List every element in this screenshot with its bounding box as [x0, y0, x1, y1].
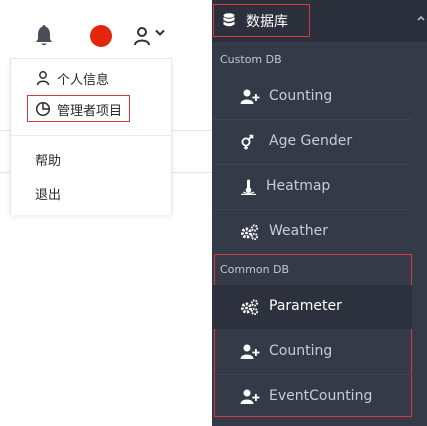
menu-item-logout[interactable]: 退出 — [35, 181, 61, 205]
menu-item-label: 管理者项目 — [57, 103, 123, 119]
cogs-icon — [241, 299, 259, 315]
user-plus-icon — [240, 89, 260, 104]
nav-item-label: Heatmap — [266, 178, 331, 194]
user-plus-icon — [240, 389, 260, 404]
menu-item-help[interactable]: 帮助 — [35, 147, 61, 171]
menu-item-label: 个人信息 — [57, 72, 110, 88]
section-label-custom-db: Custom DB — [220, 53, 282, 66]
nav-item-common-counting[interactable]: Counting — [212, 330, 412, 374]
menu-item-label: 帮助 — [35, 153, 62, 169]
nav-item-counting[interactable]: Counting — [212, 75, 412, 119]
nav-item-label: Weather — [269, 223, 328, 239]
user-plus-icon — [240, 344, 260, 359]
sidebar-group-database[interactable]: 数据库 — [212, 0, 427, 42]
divider — [171, 130, 212, 131]
menu-divider — [11, 135, 171, 136]
chevron-down-icon — [155, 29, 165, 36]
nav-item-age-gender[interactable]: Age Gender — [212, 120, 412, 164]
divider — [0, 172, 10, 173]
user-menu-toggle[interactable] — [130, 24, 166, 48]
gender-icon — [241, 134, 254, 150]
highlight-box — [213, 4, 310, 37]
nav-item-label: Counting — [269, 343, 333, 359]
nav-item-heatmap[interactable]: Heatmap — [212, 165, 412, 209]
cogs-icon — [241, 224, 259, 240]
user-dropdown-menu: 个人信息 管理者项目 帮助 退出 — [10, 58, 172, 215]
menu-item-label: 退出 — [35, 187, 62, 203]
user-icon — [134, 27, 150, 46]
screenshot-canvas: 个人信息 管理者项目 帮助 退出 数据库 Custom DB Counting … — [0, 0, 427, 426]
menu-item-profile[interactable]: 个人信息 — [35, 66, 109, 90]
menu-item-admin-projects[interactable]: 管理者项目 — [35, 97, 122, 121]
nav-item-label: EventCounting — [269, 388, 373, 404]
divider — [171, 172, 212, 173]
nav-item-label: Parameter — [269, 298, 342, 314]
user-icon — [36, 71, 50, 86]
top-bar — [0, 0, 212, 66]
pie-chart-icon — [35, 101, 51, 117]
nav-item-label: Age Gender — [269, 133, 353, 149]
sidebar-edge — [412, 42, 427, 426]
nav-item-event-counting[interactable]: EventCounting — [212, 375, 412, 419]
sidebar: 数据库 Custom DB Counting Age Gender Heatma… — [212, 0, 427, 426]
nav-item-parameter[interactable]: Parameter — [212, 285, 412, 329]
heat-icon — [241, 179, 256, 195]
divider — [0, 130, 10, 131]
bell-icon[interactable] — [34, 25, 54, 47]
section-label-common-db: Common DB — [220, 263, 290, 276]
nav-item-label: Counting — [269, 88, 333, 104]
avatar[interactable] — [90, 25, 112, 47]
nav-item-weather[interactable]: Weather — [212, 210, 412, 254]
chevron-up-icon — [417, 16, 425, 21]
